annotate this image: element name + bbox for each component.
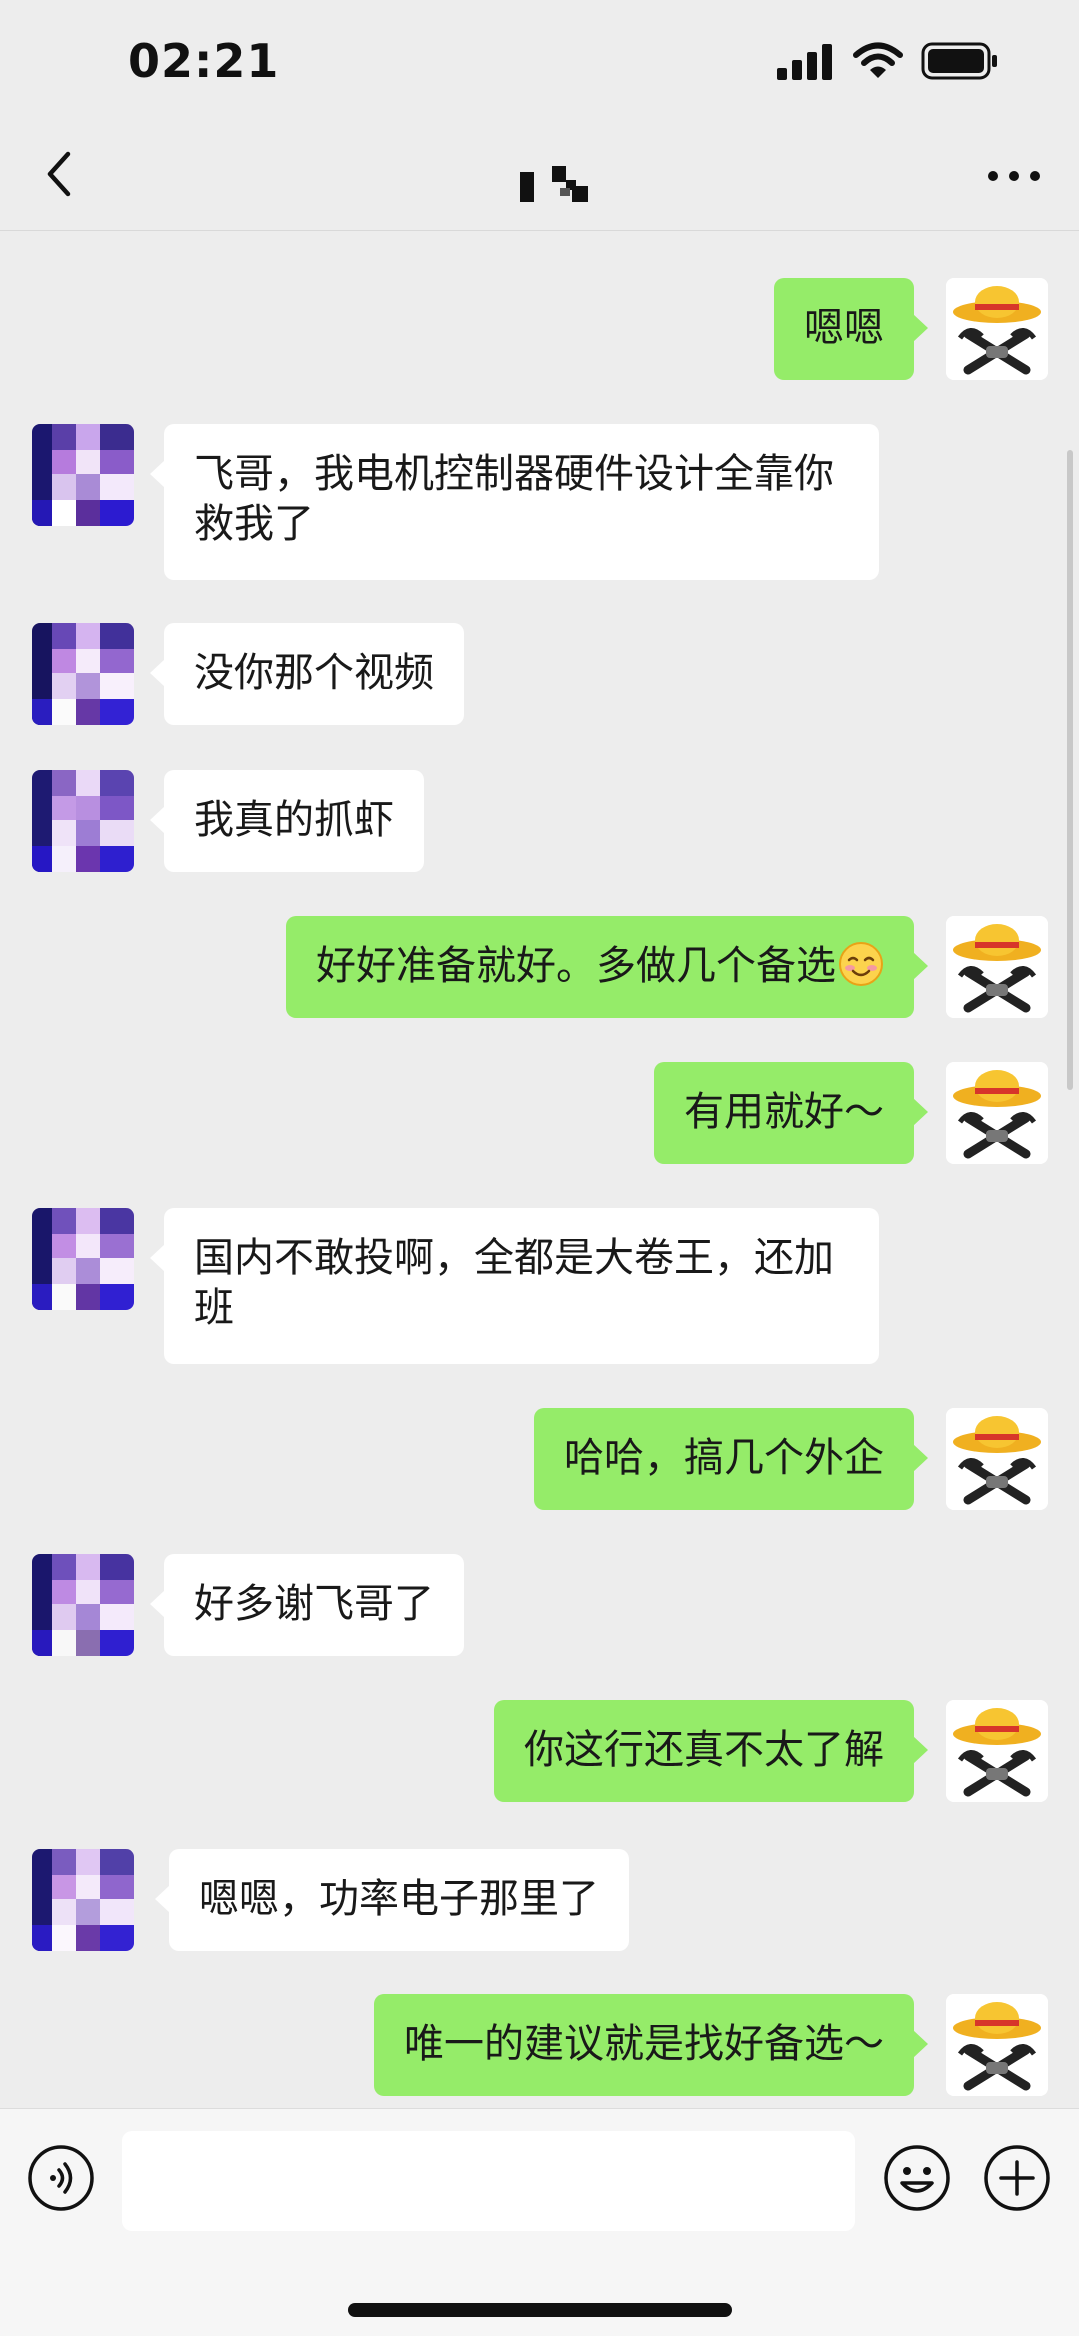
message-bubble-sent[interactable]: 嗯嗯 bbox=[774, 278, 928, 380]
my-avatar[interactable] bbox=[946, 1994, 1048, 2096]
contact-avatar[interactable] bbox=[32, 1849, 134, 1951]
message-bubble-sent[interactable]: 唯一的建议就是找好备选～ bbox=[374, 1994, 928, 2096]
message-bubble-sent[interactable]: 哈哈，搞几个外企 bbox=[534, 1408, 928, 1510]
message-bubble-received[interactable]: 嗯嗯，功率电子那里了 bbox=[155, 1849, 629, 1951]
message-bubble-received[interactable]: 我真的抓虾 bbox=[150, 770, 424, 872]
message-row: 国内不敢投啊，全都是大卷王，还加班 bbox=[0, 1208, 1079, 1364]
message-text: 有用就好～ bbox=[684, 1089, 884, 1135]
home-indicator[interactable] bbox=[348, 2303, 732, 2317]
message-row: 飞哥，我电机控制器硬件设计全靠你救我了 bbox=[0, 424, 1079, 580]
status-time: 02:21 bbox=[128, 34, 280, 88]
message-text: 国内不敢投啊，全都是大卷王，还加班 bbox=[194, 1235, 834, 1331]
status-icons bbox=[777, 42, 999, 80]
message-row: 你这行还真不太了解 bbox=[0, 1700, 1079, 1802]
message-bubble-sent[interactable]: 好好准备就好。多做几个备选 bbox=[286, 916, 928, 1018]
message-row: 我真的抓虾 bbox=[0, 770, 1079, 872]
message-bubble-received[interactable]: 飞哥，我电机控制器硬件设计全靠你救我了 bbox=[150, 424, 879, 580]
chevron-left-icon[interactable] bbox=[30, 144, 90, 204]
message-bubble-received[interactable]: 好多谢飞哥了 bbox=[150, 1554, 464, 1656]
message-row: 哈哈，搞几个外企 bbox=[0, 1408, 1079, 1510]
voice-icon[interactable] bbox=[26, 2143, 96, 2213]
message-row: 好多谢飞哥了 bbox=[0, 1554, 1079, 1656]
message-text: 嗯嗯 bbox=[804, 305, 884, 351]
message-input[interactable] bbox=[122, 2131, 855, 2231]
message-row: 好好准备就好。多做几个备选 bbox=[0, 916, 1079, 1018]
status-bar: 02:21 bbox=[0, 0, 1079, 120]
input-bar bbox=[0, 2108, 1079, 2336]
emoji-icon[interactable] bbox=[882, 2143, 952, 2213]
my-avatar[interactable] bbox=[946, 1062, 1048, 1164]
message-text: 你这行还真不太了解 bbox=[524, 1727, 884, 1773]
more-dots-icon[interactable] bbox=[979, 146, 1049, 206]
message-row: 没你那个视频 bbox=[0, 623, 1079, 725]
message-text: 嗯嗯，功率电子那里了 bbox=[199, 1876, 599, 1922]
blush-smile-emoji bbox=[839, 942, 883, 986]
wifi-icon bbox=[853, 42, 903, 78]
message-bubble-received[interactable]: 没你那个视频 bbox=[150, 623, 464, 725]
message-row: 嗯嗯 bbox=[0, 278, 1079, 380]
message-row: 有用就好～ bbox=[0, 1062, 1079, 1164]
my-avatar[interactable] bbox=[946, 278, 1048, 380]
message-text: 没你那个视频 bbox=[194, 650, 434, 696]
chat-screen: 02:21 嗯嗯 飞哥，我电机控制器硬件设计全靠你救我了 没你那个视频 我真的抓… bbox=[0, 0, 1079, 2336]
my-avatar[interactable] bbox=[946, 916, 1048, 1018]
my-avatar[interactable] bbox=[946, 1700, 1048, 1802]
contact-avatar[interactable] bbox=[32, 424, 134, 526]
contact-name-pixelated bbox=[520, 166, 588, 202]
contact-avatar[interactable] bbox=[32, 770, 134, 872]
message-text: 好好准备就好。多做几个备选 bbox=[316, 943, 836, 989]
my-avatar[interactable] bbox=[946, 1408, 1048, 1510]
contact-avatar[interactable] bbox=[32, 623, 134, 725]
message-bubble-sent[interactable]: 有用就好～ bbox=[654, 1062, 928, 1164]
contact-avatar[interactable] bbox=[32, 1208, 134, 1310]
message-bubble-received[interactable]: 国内不敢投啊，全都是大卷王，还加班 bbox=[150, 1208, 879, 1364]
message-bubble-sent[interactable]: 你这行还真不太了解 bbox=[494, 1700, 928, 1802]
message-text: 好多谢飞哥了 bbox=[194, 1581, 434, 1627]
message-text: 哈哈，搞几个外企 bbox=[564, 1435, 884, 1481]
message-text: 我真的抓虾 bbox=[194, 797, 394, 843]
contact-avatar[interactable] bbox=[32, 1554, 134, 1656]
message-text: 飞哥，我电机控制器硬件设计全靠你救我了 bbox=[194, 451, 834, 547]
plus-icon[interactable] bbox=[982, 2143, 1052, 2213]
battery-icon bbox=[921, 42, 997, 80]
message-row: 嗯嗯，功率电子那里了 bbox=[0, 1849, 1079, 1951]
message-row: 唯一的建议就是找好备选～ bbox=[0, 1994, 1079, 2096]
nav-bar bbox=[0, 120, 1079, 231]
message-text: 唯一的建议就是找好备选～ bbox=[404, 2021, 884, 2067]
signal-icon bbox=[777, 44, 832, 80]
